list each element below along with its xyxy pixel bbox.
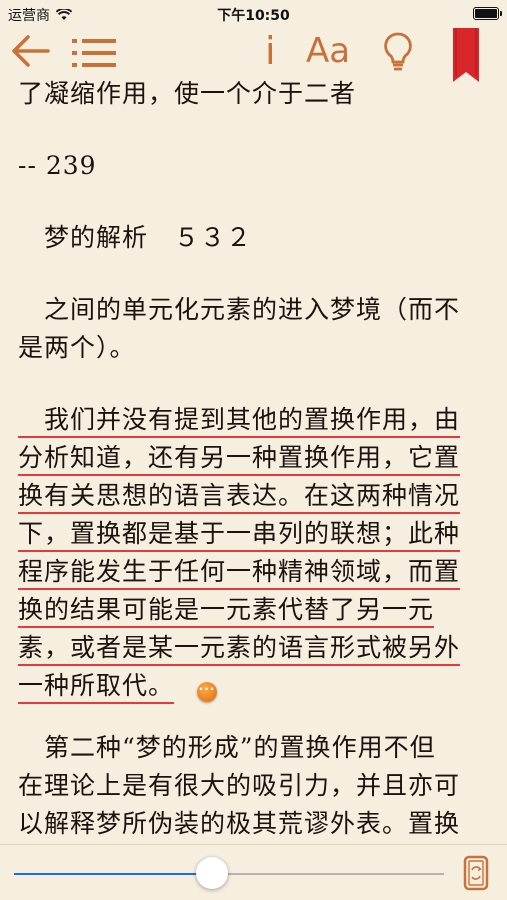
progress-slider-track[interactable] [211, 873, 444, 875]
back-arrow-icon [12, 35, 50, 67]
bookmark-icon [453, 28, 479, 82]
highlighted-text-line[interactable]: 换有关思想的语言表达。在这两种情况 [18, 481, 461, 514]
back-button[interactable] [10, 34, 50, 72]
lightbulb-icon [384, 32, 412, 71]
text-line: 梦的解析 ５３２ [18, 223, 253, 252]
info-button[interactable]: i [265, 28, 276, 74]
progress-slider-knob[interactable] [195, 857, 228, 889]
list-icon [72, 39, 116, 67]
font-size-button[interactable]: Aa [306, 28, 350, 74]
battery-icon [473, 7, 502, 20]
text-line: 是两个）。 [18, 333, 136, 362]
text-line: 第二种“梦的形成”的置换作用不但 [18, 733, 436, 762]
rotate-lock-icon [463, 855, 489, 891]
highlighted-text-line[interactable]: 我们并没有提到其他的置换作用，由 [18, 405, 461, 438]
status-bar: 运营商 下午10:50 [0, 0, 507, 28]
note-icon[interactable]: ··· [197, 682, 217, 702]
text-line: -- 239 [18, 151, 97, 180]
bookmark-button[interactable] [453, 28, 479, 86]
bottom-bar [0, 844, 507, 900]
reader-toolbar: i Aa [0, 28, 507, 82]
status-time: 下午10:50 [217, 8, 290, 24]
text-line: 以解释梦所伪装的极其荒谬外表。置换 [18, 809, 461, 838]
toc-button[interactable] [72, 38, 116, 72]
highlighted-text-line[interactable]: 换的结果可能是一元素代替了另一元 [18, 595, 435, 628]
text-line: 之间的单元化元素的进入梦境（而不 [18, 295, 461, 324]
progress-slider-fill [14, 873, 212, 875]
brightness-button[interactable] [383, 32, 413, 76]
text-line: 了凝缩作用，使一个介于二者 [18, 79, 357, 108]
highlighted-text-line[interactable]: 一种所取代。 [18, 671, 175, 704]
highlighted-text-line[interactable]: 程序能发生于任何一种精神领域，而置 [18, 557, 461, 590]
highlighted-text-line[interactable]: 素，或者是某一元素的语言形式被另外 [18, 633, 461, 666]
rotate-lock-button[interactable] [463, 855, 489, 895]
highlighted-text-line[interactable]: 下，置换都是基于一串列的联想；此种 [18, 519, 461, 552]
text-line: 在理论上是有很大的吸引力，并且亦可 [18, 771, 461, 800]
highlighted-text-line[interactable]: 分析知道，还有另一种置换作用，它置 [18, 443, 461, 476]
